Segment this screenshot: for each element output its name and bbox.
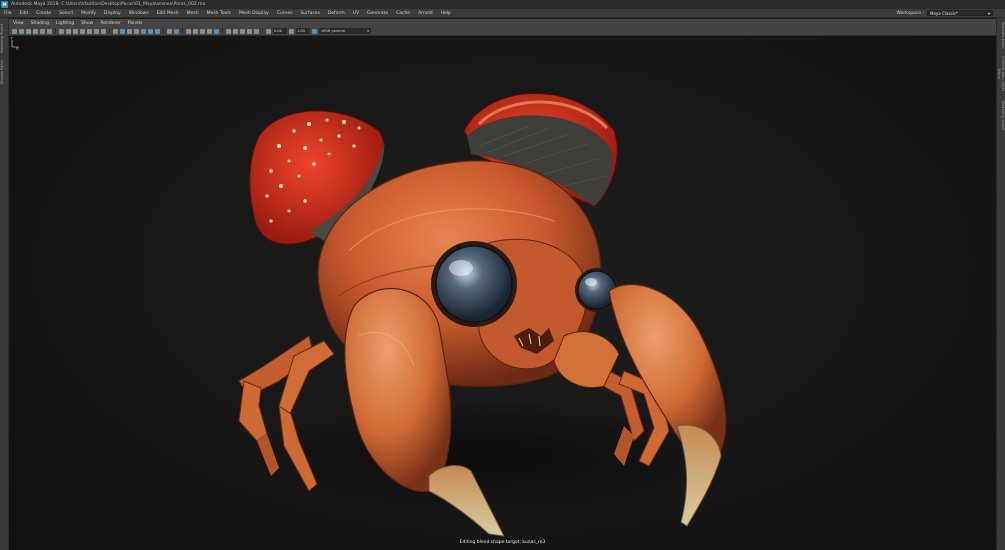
view-transform-dropdown[interactable]: sRGB gamma ▾ [319,28,371,34]
panel-menu-panels[interactable]: Panels [128,21,142,26]
use-all-lights-icon[interactable] [148,28,153,34]
grid-icon[interactable] [59,28,64,34]
menu-modify[interactable]: Modify [81,11,96,16]
maya-logo-icon: M [1,1,8,8]
menu-file[interactable]: File [4,11,12,16]
multisample-aa-icon[interactable] [200,28,205,34]
toolbar-divider [222,28,223,34]
select-camera-icon[interactable] [226,28,231,34]
gamma-icon[interactable] [289,28,294,34]
workspace-label: Workspace : [896,10,924,16]
view-axis-icon: Y X [11,37,19,50]
gamma-field[interactable]: 1.00 [296,28,310,34]
toolbar-divider [55,28,56,34]
toolbar-divider [163,28,164,34]
menu-select[interactable]: Select [59,11,73,16]
left-dock-strip: Modelling Toolkit Shapes Editor [0,18,9,550]
menu-arnold[interactable]: Arnold [418,11,433,16]
menu-create[interactable]: Create [36,11,51,16]
menu-edit-mesh[interactable]: Edit Mesh [157,11,179,16]
window-title: Autodesk Maya 2018: C:\Users\Vladilan\De… [11,2,206,7]
menu-edit[interactable]: Edit [20,11,29,16]
bookmark-icon[interactable] [26,28,31,34]
menu-mesh[interactable]: Mesh [187,11,199,16]
menu-surfaces[interactable]: Surfaces [300,11,320,16]
menu-display[interactable]: Display [104,11,121,16]
menu-uv[interactable]: UV [353,11,359,16]
panel-menu-view[interactable]: View [13,21,24,26]
display-color-icon[interactable] [254,28,259,34]
textured-icon[interactable] [141,28,146,34]
workspace-dropdown[interactable]: Maya Classic* ▾ [927,10,993,16]
exposure-field[interactable]: 0.00 [273,28,287,34]
main-menu-bar: File Edit Create Select Modify Display W… [0,9,1005,18]
tab-channel-box[interactable]: Channel Box / Layer Editor [997,52,1005,96]
exposure-icon[interactable] [266,28,271,34]
image-plane-icon[interactable] [33,28,38,34]
gate-mask-icon[interactable] [80,28,85,34]
crab-model-render [238,93,727,537]
2d-pan-zoom-icon[interactable] [40,28,45,34]
ambient-occlusion-icon[interactable] [186,28,191,34]
panel-menu-bar: View Shading Lighting Show Renderer Pane… [9,19,996,27]
camera-select-icon[interactable] [12,28,17,34]
tab-modelling-toolkit-left[interactable]: Modelling Toolkit [0,22,8,54]
xray-joints-icon[interactable] [174,28,179,34]
axis-y-label: Y [11,37,14,41]
color-management-icon[interactable] [312,28,317,34]
lock-camera-icon[interactable] [233,28,238,34]
wireframe-icon[interactable] [113,28,118,34]
viewport-3d[interactable]: Y X Editing blend shape target: kunas_re… [9,36,996,550]
panel-menu-renderer[interactable]: Renderer [100,21,121,26]
eye-left-highlight [449,260,473,276]
tab-attribute-editor[interactable]: Attribute Editor [997,20,1005,50]
depth-of-field-icon[interactable] [207,28,212,34]
hud-icon[interactable] [247,28,252,34]
resolution-gate-icon[interactable] [73,28,78,34]
motion-blur-icon[interactable] [193,28,198,34]
eye-right-highlight [585,278,597,286]
panel-menu-show[interactable]: Show [81,21,93,26]
film-gate-icon[interactable] [66,28,71,34]
view-transform-value: sRGB gamma [321,29,345,33]
panel-menu-shading[interactable]: Shading [31,21,49,26]
menu-cache[interactable]: Cache [396,11,410,16]
menu-generate[interactable]: Generate [367,11,388,16]
snapshot-icon[interactable] [240,28,245,34]
screen-space-icon[interactable] [214,28,219,34]
safe-title-icon[interactable] [101,28,106,34]
panel-toolbar: 0.00 1.00 sRGB gamma ▾ [9,27,996,36]
menu-mesh-display[interactable]: Mesh Display [239,11,269,16]
shadows-icon[interactable] [155,28,160,34]
safe-action-icon[interactable] [94,28,99,34]
menu-windows[interactable]: Windows [129,11,149,16]
chevron-down-icon: ▾ [987,11,990,16]
workspace-selector: Workspace : Maya Classic* ▾ [896,10,993,16]
tab-shapes-editor[interactable]: Shapes Editor [0,58,8,86]
toolbar-divider [109,28,110,34]
viewport-status-message: Editing blend shape target: kunas_re3 [459,540,546,545]
wireframe-on-shaded-icon[interactable] [127,28,132,34]
menu-mesh-tools[interactable]: Mesh Tools [207,11,231,16]
camera-attributes-icon[interactable] [19,28,24,34]
workspace-value: Maya Classic* [930,11,958,16]
right-dock-strip: Attribute Editor Channel Box / Layer Edi… [996,18,1005,550]
menu-help[interactable]: Help [441,11,451,16]
toolbar-divider [262,28,263,34]
chevron-down-icon: ▾ [367,29,369,33]
grease-pencil-icon[interactable] [47,28,52,34]
title-bar: M Autodesk Maya 2018: C:\Users\Vladilan\… [0,0,1005,9]
eye-left [435,245,513,323]
smooth-shade-icon[interactable] [120,28,125,34]
isolate-select-icon[interactable] [167,28,172,34]
tab-modelling-toolkit-right[interactable]: Modelling Toolkit [997,98,1005,134]
xray-icon[interactable] [134,28,139,34]
toolbar-divider [182,28,183,34]
panel-menu-lighting[interactable]: Lighting [56,21,74,26]
menu-deform[interactable]: Deform [328,11,345,16]
leg-left-1-lower [238,380,268,442]
field-chart-icon[interactable] [87,28,92,34]
menu-curves[interactable]: Curves [277,11,293,16]
